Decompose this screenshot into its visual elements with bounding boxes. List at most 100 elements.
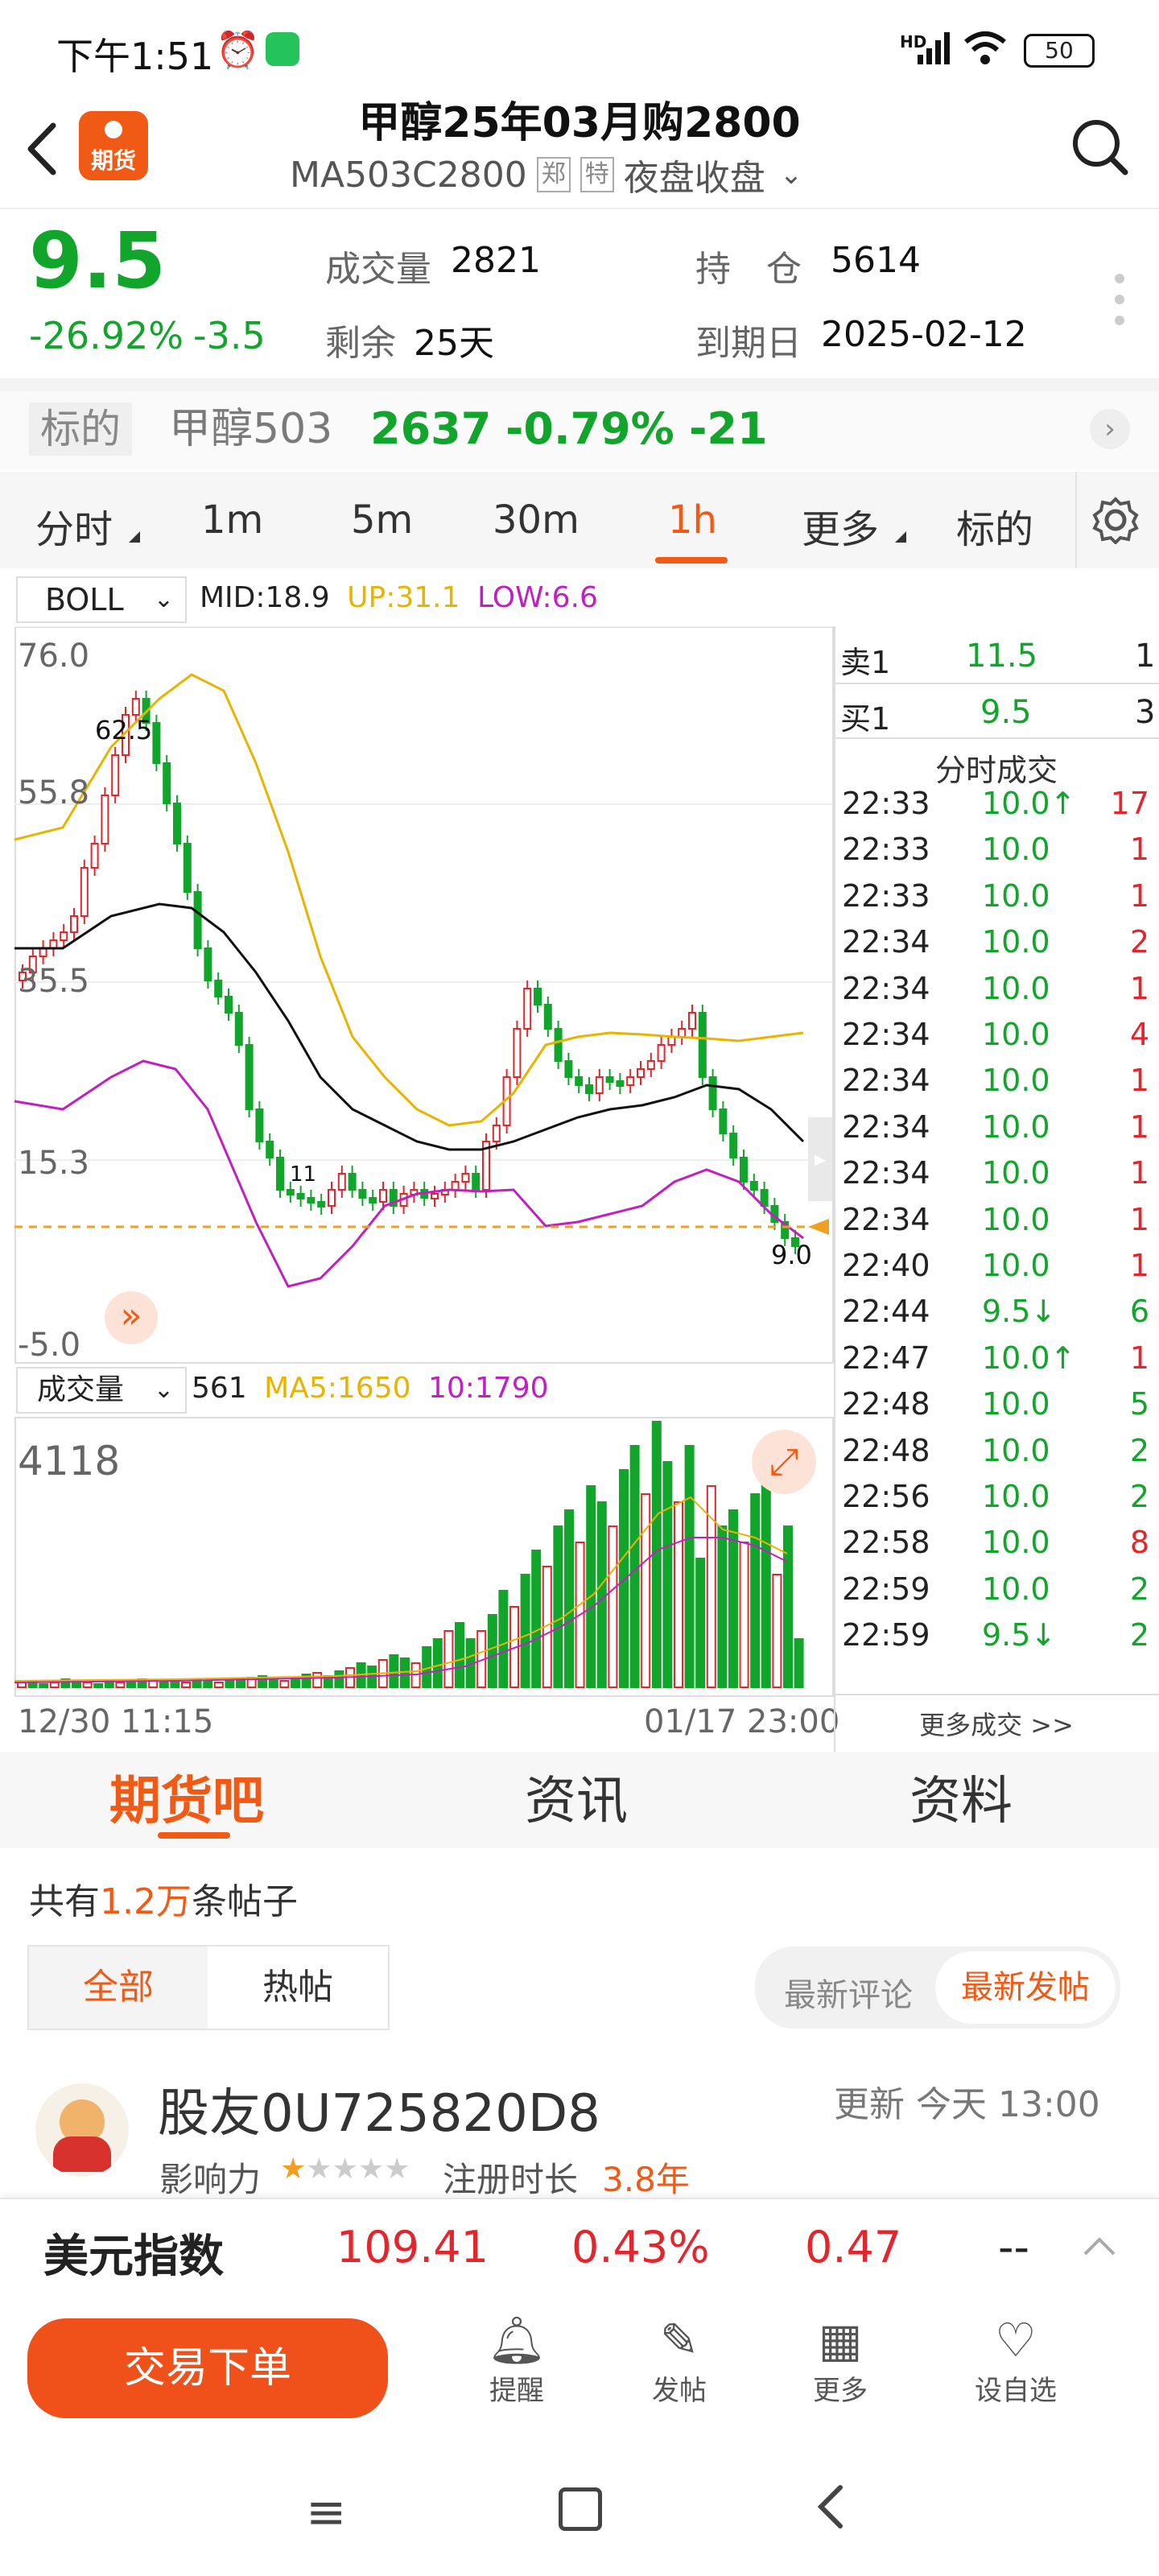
sort-latest-post[interactable]: 最新发帖	[935, 1951, 1116, 2024]
underlying-name: 甲醇503	[169, 405, 333, 453]
volume-bar	[487, 1614, 497, 1688]
fullscreen-icon[interactable]: ⤢	[752, 1430, 816, 1494]
trade-time: 22:56	[842, 1479, 930, 1514]
candle	[317, 1201, 326, 1208]
tab-1h[interactable]: 1h	[668, 497, 717, 543]
candle	[637, 1068, 645, 1078]
ask-label: 卖1	[840, 645, 891, 680]
gear-icon[interactable]	[1091, 496, 1140, 544]
trade-time: 22:34	[842, 1108, 930, 1145]
volume-values: 561 MA5:1650 10:1790	[192, 1372, 549, 1405]
volume-indicator-select[interactable]: 成交量 ⌄	[16, 1367, 187, 1414]
candle	[740, 1157, 748, 1183]
volume-chart[interactable]	[14, 1417, 832, 1695]
volume-bar	[498, 1590, 509, 1688]
nav-more[interactable]: ▦ 更多	[795, 2312, 885, 2408]
candle	[379, 1189, 387, 1203]
tab-1m[interactable]: 1m	[201, 497, 263, 543]
volume-bar	[772, 1574, 782, 1688]
volume-bar	[170, 1680, 180, 1688]
high-marker: 62.5	[95, 715, 153, 745]
chevron-right-icon[interactable]: ›	[1090, 409, 1130, 449]
volume-bar	[761, 1477, 771, 1688]
avatar[interactable]	[35, 2083, 129, 2177]
filter-all-button[interactable]: 全部	[29, 1946, 208, 2029]
last-price: 9.5	[29, 216, 167, 306]
candle	[513, 1028, 522, 1078]
candle	[646, 1060, 655, 1070]
trade-time: 22:59	[842, 1617, 930, 1653]
ticker-change: 0.47	[805, 2222, 902, 2273]
sort-latest-comment[interactable]: 最新评论	[784, 1969, 913, 2016]
tab-30m[interactable]: 30m	[493, 497, 580, 543]
tab-5m[interactable]: 5m	[351, 497, 413, 543]
candle	[605, 1076, 614, 1083]
search-icon[interactable]	[1070, 118, 1130, 177]
double-chevron-icon[interactable]: »	[105, 1291, 158, 1344]
battery-icon: 50	[1024, 34, 1095, 68]
candle	[431, 1193, 439, 1199]
trade-order-button[interactable]: 交易下单	[27, 2318, 388, 2418]
session-status: 夜盘收盘	[623, 158, 765, 199]
volume-bar	[455, 1622, 464, 1688]
nav-remind[interactable]: 🔔︎ 提醒	[472, 2312, 562, 2408]
post-username[interactable]: 股友0U725820D8	[158, 2072, 600, 2146]
nav-remind-label: 提醒	[489, 2375, 544, 2407]
volume-bar	[39, 1683, 49, 1688]
trade-time: 22:34	[842, 1155, 930, 1191]
chevron-up-icon[interactable]	[1082, 2235, 1117, 2259]
trade-volume: 2	[1129, 1571, 1149, 1607]
volume-max-label: 4118	[18, 1438, 121, 1484]
expiry-value: 2025-02-12	[821, 314, 1027, 355]
trade-volume: 1	[1129, 877, 1149, 914]
ticker-pct: 0.43%	[571, 2222, 710, 2273]
volume-bar	[674, 1501, 683, 1688]
star-filled-icon: ★	[280, 2153, 307, 2186]
ticker-name: 美元指数	[43, 2231, 224, 2283]
candle	[729, 1133, 738, 1158]
ticker-price: 109.41	[336, 2222, 489, 2273]
tab-underlying[interactable]: 标的	[956, 497, 1033, 554]
trade-time: 22:34	[842, 1017, 930, 1052]
candle	[163, 762, 171, 804]
trade-price: 10.0	[982, 877, 1050, 914]
candle	[337, 1173, 346, 1191]
more-trades-link[interactable]: 更多成交 >>	[834, 1705, 1159, 1742]
volume-bar	[794, 1638, 804, 1688]
tab-profile[interactable]: 资料	[909, 1760, 1013, 1834]
corner-triangle-icon	[129, 531, 140, 543]
tab-fenshi[interactable]: 分时	[35, 497, 113, 554]
panel-expand-handle[interactable]: ▸	[808, 1117, 832, 1201]
candle	[70, 915, 78, 933]
candle	[575, 1076, 584, 1086]
trade-price: 10.0	[982, 832, 1050, 868]
menu-icon[interactable]: ≡	[306, 2484, 346, 2541]
candle	[678, 1028, 687, 1038]
nav-watchlist[interactable]: ♡ 设自选	[963, 2312, 1069, 2408]
back-nav-icon[interactable]	[815, 2483, 847, 2531]
contract-subtitle[interactable]: MA503C2800 郑 特 夜盘收盘 ⌄	[290, 149, 802, 200]
chevron-down-icon: ⌄	[153, 585, 174, 613]
tab-more[interactable]: 更多	[802, 497, 879, 554]
filter-hot-button[interactable]: 热帖	[209, 1946, 386, 2029]
indicator-select[interactable]: BOLL ⌄	[16, 576, 187, 623]
post-count-value: 1.2万	[100, 1881, 192, 1922]
nav-post[interactable]: ✎ 发帖	[634, 2312, 724, 2408]
trade-price: 10.0↑	[982, 1340, 1076, 1376]
trade-price: 10.0	[982, 1201, 1050, 1237]
last-marker: 9.0	[771, 1240, 812, 1270]
candle	[296, 1193, 305, 1199]
candle	[111, 754, 120, 796]
volume-label: 成交量	[325, 249, 431, 290]
trade-volume: 2	[1129, 1479, 1149, 1514]
trade-price: 10.0	[982, 1479, 1050, 1514]
tab-news[interactable]: 资讯	[525, 1760, 628, 1834]
home-icon[interactable]	[559, 2487, 602, 2531]
candle	[554, 1028, 563, 1062]
trade-price: 10.0	[982, 1017, 1050, 1052]
volume-bar	[49, 1682, 60, 1688]
more-vertical-icon[interactable]	[1107, 270, 1132, 328]
candle	[328, 1189, 336, 1207]
tab-forum[interactable]: 期货吧	[109, 1760, 264, 1834]
status-bar: 下午1:51 ⏰ HD 50	[0, 0, 1159, 97]
